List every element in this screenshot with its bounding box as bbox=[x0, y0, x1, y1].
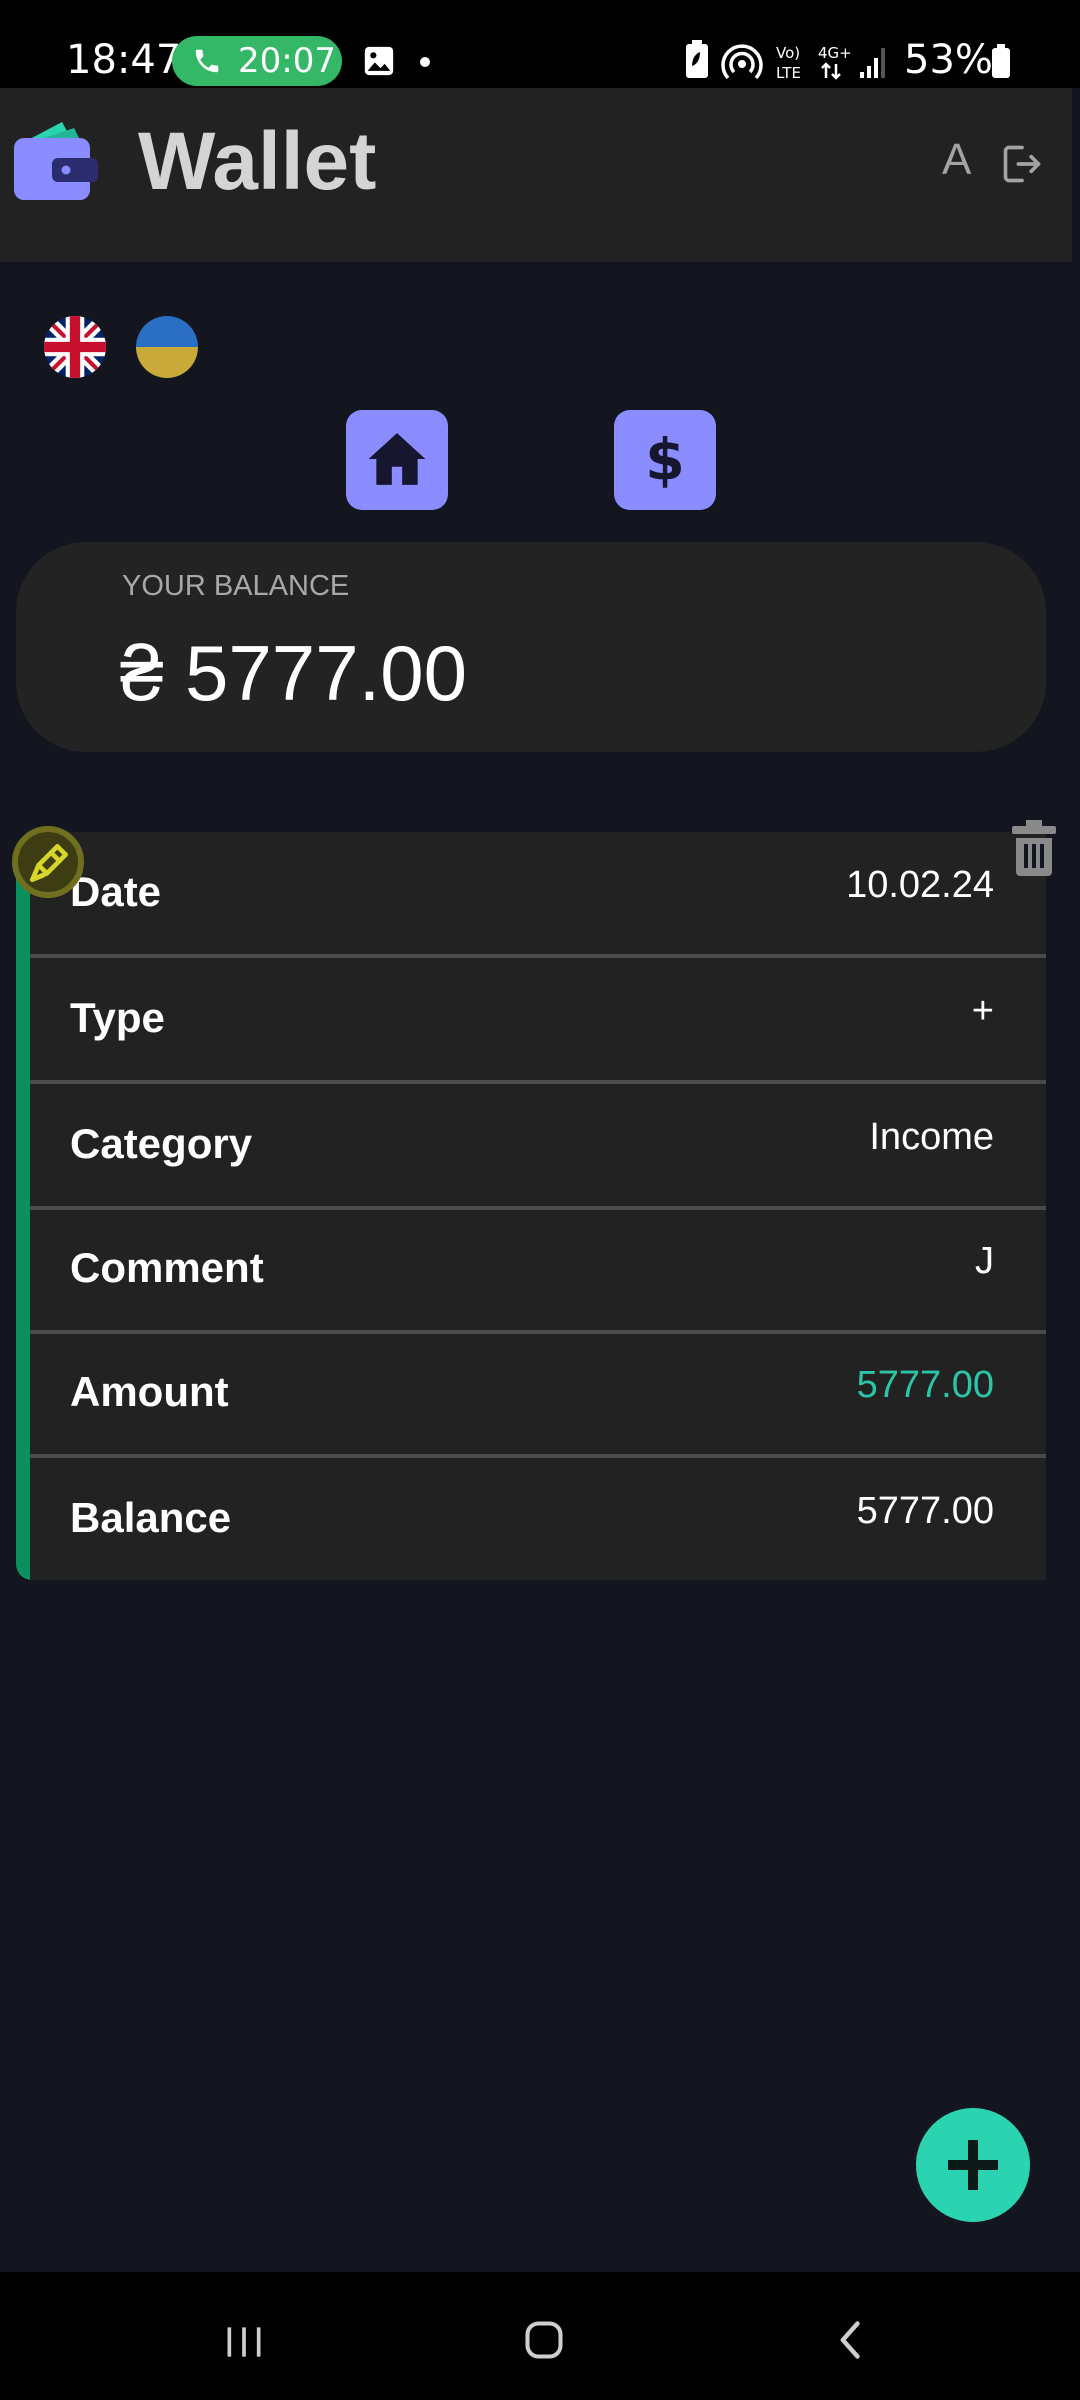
volte-icon: Vo) LTE bbox=[776, 44, 801, 82]
home-button[interactable] bbox=[346, 410, 448, 510]
transactions-button[interactable]: $ bbox=[614, 410, 716, 510]
balance-value: ₴ 5777.00 bbox=[120, 629, 468, 717]
home-icon bbox=[368, 433, 426, 485]
transaction-card[interactable]: Date 10.02.24 Type + Category Income Com… bbox=[12, 826, 1046, 1580]
4g-icon: 4G+ bbox=[818, 44, 852, 80]
system-navigation-bar bbox=[0, 2272, 1080, 2400]
row-value: + bbox=[971, 990, 994, 1032]
transaction-row-comment: Comment J bbox=[30, 1208, 1046, 1330]
row-value: Income bbox=[869, 1116, 994, 1158]
transaction-row-amount: Amount 5777.00 bbox=[30, 1332, 1046, 1454]
plus-icon bbox=[948, 2140, 998, 2190]
battery-saver-icon bbox=[686, 40, 708, 78]
back-icon[interactable] bbox=[830, 2318, 874, 2362]
font-size-icon[interactable]: A bbox=[942, 132, 971, 188]
row-label: Type bbox=[70, 994, 165, 1041]
transaction-row-date: Date 10.02.24 bbox=[30, 832, 1046, 954]
balance-label: YOUR BALANCE bbox=[122, 570, 350, 602]
balance-card: YOUR BALANCE ₴ 5777.00 bbox=[16, 542, 1046, 752]
hotspot-icon bbox=[721, 44, 763, 80]
battery-percent: 53% bbox=[904, 37, 993, 83]
transaction-row-category: Category Income bbox=[30, 1084, 1046, 1206]
row-label: Comment bbox=[70, 1244, 264, 1291]
app-header: Wallet A bbox=[0, 88, 1072, 262]
add-transaction-button[interactable] bbox=[916, 2108, 1030, 2222]
row-label: Amount bbox=[70, 1368, 229, 1415]
status-bar: 18:47 20:07 Vo) LTE 4G+ 53% bbox=[0, 0, 1080, 88]
row-value: 10.02.24 bbox=[846, 864, 994, 906]
ukrainian-flag[interactable] bbox=[136, 316, 198, 378]
svg-text:LTE: LTE bbox=[776, 64, 801, 82]
notification-dot bbox=[420, 57, 430, 67]
transaction-row-type: Type + bbox=[30, 958, 1046, 1080]
recent-apps-icon[interactable] bbox=[222, 2320, 266, 2364]
logout-icon[interactable] bbox=[1000, 142, 1044, 186]
app-title: Wallet bbox=[138, 116, 377, 207]
battery-icon bbox=[992, 44, 1010, 78]
dollar-icon: $ bbox=[645, 428, 685, 490]
svg-text:4G+: 4G+ bbox=[818, 44, 852, 62]
phone-icon bbox=[195, 49, 219, 73]
gallery-icon bbox=[364, 46, 394, 76]
ongoing-call-pill[interactable]: 20:07 bbox=[172, 36, 342, 86]
transaction-row-balance: Balance 5777.00 bbox=[30, 1458, 1046, 1580]
wallet-logo bbox=[14, 122, 98, 200]
home-button-icon[interactable] bbox=[522, 2318, 566, 2362]
edit-icon bbox=[30, 844, 68, 882]
row-value: 5777.00 bbox=[856, 1490, 994, 1532]
row-label: Category bbox=[70, 1120, 253, 1167]
svg-text:Vo): Vo) bbox=[776, 44, 800, 62]
trash-icon[interactable] bbox=[1012, 820, 1056, 876]
svg-text:$: $ bbox=[645, 428, 685, 490]
row-value: J bbox=[975, 1240, 994, 1282]
row-label: Balance bbox=[70, 1494, 232, 1541]
english-flag[interactable] bbox=[44, 316, 106, 378]
row-value: 5777.00 bbox=[856, 1364, 994, 1406]
status-time: 18:47 bbox=[66, 37, 182, 83]
signal-icon bbox=[860, 48, 885, 78]
edit-button[interactable] bbox=[12, 826, 84, 898]
transaction-details: Date 10.02.24 Type + Category Income Com… bbox=[30, 832, 1046, 1580]
call-timer: 20:07 bbox=[238, 41, 336, 81]
row-label: Date bbox=[70, 868, 162, 915]
